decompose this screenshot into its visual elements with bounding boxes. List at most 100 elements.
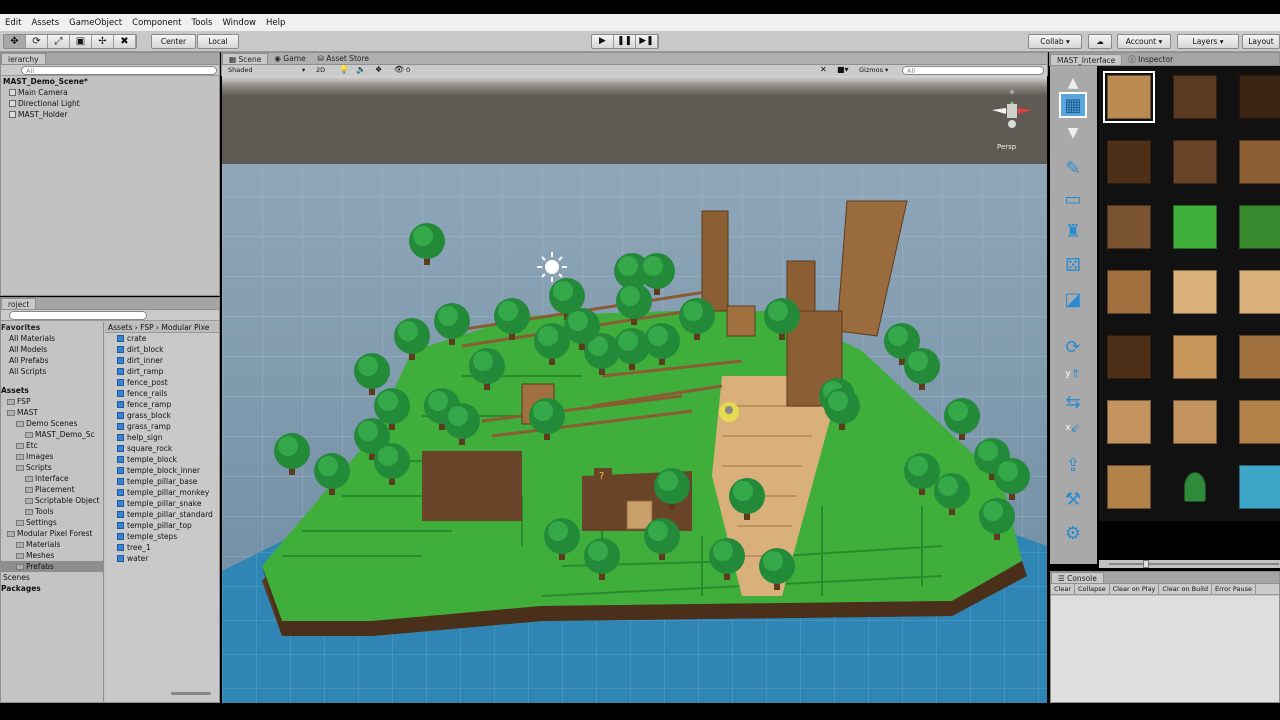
prefab-file-item[interactable]: temple_pillar_standard xyxy=(105,509,219,520)
dirt-block-prefab-icon[interactable] xyxy=(1165,66,1225,128)
folder-item[interactable]: Demo Scenes xyxy=(1,418,103,429)
menu-tools[interactable]: Tools xyxy=(187,18,218,28)
space-local-button[interactable]: Local xyxy=(197,34,239,49)
custom-tool-icon[interactable]: ✖ xyxy=(114,35,136,48)
folder-item[interactable]: Images xyxy=(1,451,103,462)
audio-toggle-icon[interactable]: 🔈 xyxy=(356,65,366,74)
prefab-file-item[interactable]: temple_block xyxy=(105,454,219,465)
y-axis-icon[interactable]: y ⇑ xyxy=(1059,361,1087,387)
hierarchy-search-input[interactable]: All xyxy=(21,66,217,75)
play-icon[interactable]: ▶ xyxy=(592,35,614,48)
hierarchy-item-mast-holder[interactable]: MAST_Holder xyxy=(1,109,219,120)
palette-zoom-slider[interactable] xyxy=(1099,560,1280,568)
transform-tool-icon[interactable]: ✢ xyxy=(92,35,114,48)
rotate-y-icon[interactable]: ⟳ xyxy=(1059,334,1087,360)
rotate-tool-icon[interactable]: ⟳ xyxy=(26,35,48,48)
tree-prefab-icon[interactable] xyxy=(1165,456,1225,518)
tools-x-icon[interactable]: ✕ xyxy=(820,65,827,74)
folder-item[interactable]: Scripts xyxy=(1,462,103,473)
grid-toggle-icon[interactable]: ▦ xyxy=(1059,92,1087,118)
folder-item[interactable]: Meshes xyxy=(1,550,103,561)
pencil-tool-icon[interactable]: ✎ xyxy=(1059,155,1087,181)
prefab-file-item[interactable]: square_rock xyxy=(105,443,219,454)
prefab-file-item[interactable]: fence_rails xyxy=(105,388,219,399)
menu-gameobject[interactable]: GameObject xyxy=(64,18,127,28)
fill-bucket-icon[interactable]: ♜ xyxy=(1059,218,1087,244)
temple-pillar-monkey-prefab-icon[interactable] xyxy=(1231,326,1280,388)
prefab-file-item[interactable]: dirt_inner xyxy=(105,355,219,366)
temple-pillar-standard-prefab-icon[interactable] xyxy=(1165,391,1225,453)
grass-ramp-prefab-icon[interactable] xyxy=(1231,196,1280,258)
menu-help[interactable]: Help xyxy=(261,18,290,28)
tab-asset-store[interactable]: ⛁ Asset Store xyxy=(312,53,375,64)
collab-button[interactable]: Collab ▾ xyxy=(1028,34,1082,49)
console-collapse-button[interactable]: Collapse xyxy=(1075,584,1110,594)
favorite-all-materials[interactable]: All Materials xyxy=(1,333,103,344)
folder-item[interactable]: Etc xyxy=(1,440,103,451)
icon-size-slider[interactable] xyxy=(171,692,211,695)
lighting-toggle-icon[interactable]: 💡 xyxy=(339,65,349,74)
move-tool-icon[interactable]: ✥ xyxy=(4,35,26,48)
fence-post-prefab-icon[interactable] xyxy=(1165,131,1225,193)
folder-item[interactable]: Modular Pixel Forest xyxy=(1,528,103,539)
tab-game[interactable]: ◉ Game xyxy=(268,53,311,64)
layers-button[interactable]: Layers ▾ xyxy=(1177,34,1239,49)
console-clear-on-play-button[interactable]: Clear on Play xyxy=(1110,584,1160,594)
effects-toggle-icon[interactable]: ❖ xyxy=(375,65,382,74)
prefab-file-item[interactable]: fence_ramp xyxy=(105,399,219,410)
folder-item[interactable]: MAST xyxy=(1,407,103,418)
tab-scene[interactable]: ▦ Scene xyxy=(222,53,269,64)
tab-project[interactable]: roject xyxy=(1,298,37,309)
scroll-down-icon[interactable]: ▼ xyxy=(1059,120,1087,146)
paint-roller-icon[interactable]: ▭ xyxy=(1059,186,1087,212)
prefab-file-item[interactable]: temple_pillar_top xyxy=(105,520,219,531)
tools-icon[interactable]: ⚒ xyxy=(1059,486,1087,512)
prefab-file-item[interactable]: tree_1 xyxy=(105,542,219,553)
prefab-file-item[interactable]: temple_steps xyxy=(105,531,219,542)
account-button[interactable]: Account ▾ xyxy=(1117,34,1171,49)
rect-tool-icon[interactable]: ▣ xyxy=(70,35,92,48)
hierarchy-item-main-camera[interactable]: Main Camera xyxy=(1,87,219,98)
cloud-icon[interactable]: ☁ xyxy=(1088,34,1112,49)
tab-inspector[interactable]: ⓘ Inspector xyxy=(1122,54,1179,65)
prefab-file-item[interactable]: grass_block xyxy=(105,410,219,421)
grass-block-prefab-icon[interactable] xyxy=(1165,196,1225,258)
prefab-file-item[interactable]: dirt_block xyxy=(105,344,219,355)
layout-button[interactable]: Layout xyxy=(1242,34,1280,49)
favorite-all-scripts[interactable]: All Scripts xyxy=(1,366,103,377)
folder-item[interactable]: FSP xyxy=(1,396,103,407)
prefab-file-item[interactable]: fence_post xyxy=(105,377,219,388)
favorite-all-prefabs[interactable]: All Prefabs xyxy=(1,355,103,366)
crate-prefab-icon[interactable] xyxy=(1099,66,1159,128)
temple-pillar-base-prefab-icon[interactable] xyxy=(1165,326,1225,388)
toggle-2d-button[interactable]: 2D xyxy=(316,66,325,74)
packages-header[interactable]: Packages xyxy=(1,583,103,594)
console-clear-button[interactable]: Clear xyxy=(1051,584,1075,594)
dirt-inner-prefab-icon[interactable] xyxy=(1231,66,1280,128)
folder-item[interactable]: Scriptable Object xyxy=(1,495,103,506)
random-dice-icon[interactable]: ⚄ xyxy=(1059,252,1087,278)
temple-pillar-snake-prefab-icon[interactable] xyxy=(1099,391,1159,453)
eraser-icon[interactable]: ◪ xyxy=(1059,286,1087,312)
console-clear-on-build-button[interactable]: Clear on Build xyxy=(1159,584,1212,594)
square-rock-prefab-icon[interactable] xyxy=(1165,261,1225,323)
persp-label[interactable]: Persp xyxy=(997,143,1017,151)
assets-header[interactable]: Assets xyxy=(1,385,103,396)
step-icon[interactable]: ▶❚ xyxy=(636,35,658,48)
folder-item[interactable]: MAST_Demo_Sc xyxy=(1,429,103,440)
prefab-file-item[interactable]: temple_block_inner xyxy=(105,465,219,476)
prefab-file-item[interactable]: dirt_ramp xyxy=(105,366,219,377)
temple-block-inner-prefab-icon[interactable] xyxy=(1099,326,1159,388)
dirt-ramp-prefab-icon[interactable] xyxy=(1099,131,1159,193)
project-search-input[interactable] xyxy=(9,311,147,320)
hidden-objects-icon[interactable]: 👁 xyxy=(394,65,404,74)
pivot-center-button[interactable]: Center xyxy=(151,34,196,49)
tab-hierarchy[interactable]: ierarchy xyxy=(1,53,46,64)
flip-icon[interactable]: ⇆ xyxy=(1059,389,1087,415)
prefab-file-item[interactable]: temple_pillar_monkey xyxy=(105,487,219,498)
tab-console[interactable]: ☰ Console xyxy=(1051,572,1104,583)
x-axis-icon[interactable]: x ⇙ xyxy=(1059,415,1087,441)
shading-mode-dropdown[interactable]: Shaded ▾ xyxy=(228,66,308,74)
prefab-file-item[interactable]: water xyxy=(105,553,219,564)
scene-root-item[interactable]: MAST_Demo_Scene* xyxy=(1,76,219,87)
